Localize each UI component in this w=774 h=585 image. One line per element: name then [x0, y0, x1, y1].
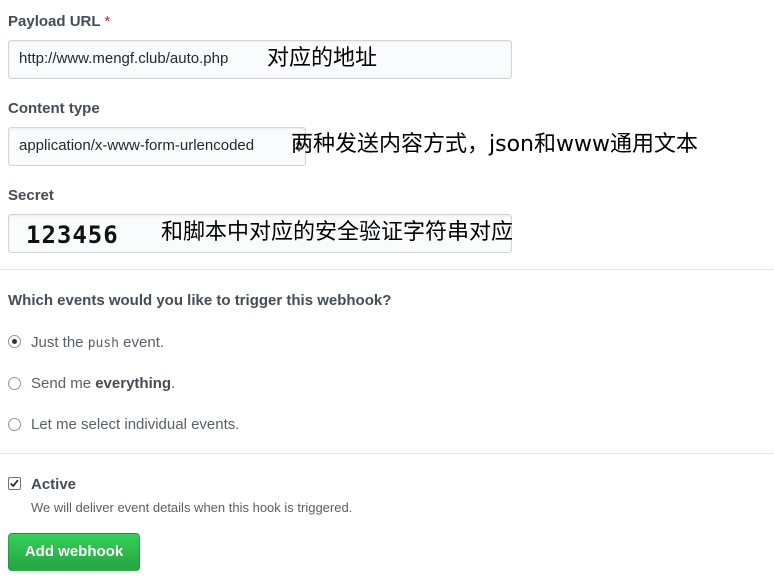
option-push-post: event. — [119, 334, 165, 351]
active-note: We will deliver event details when this … — [31, 500, 353, 515]
option-everything-post: . — [171, 375, 176, 392]
radio-push-event[interactable] — [8, 335, 21, 348]
events-question: Which events would you like to trigger t… — [8, 292, 392, 309]
content-type-label: Content type — [8, 100, 100, 117]
everything-strong: everything — [95, 375, 172, 392]
content-type-annotation: 两种发送内容方式，json和www通用文本 — [291, 132, 698, 157]
option-everything[interactable]: Send me everything. — [31, 375, 175, 392]
push-code: push — [87, 336, 120, 351]
option-push-event[interactable]: Just the push event. — [31, 334, 164, 351]
content-type-selected: application/x-www-form-urlencoded — [19, 137, 255, 154]
check-icon — [10, 479, 19, 488]
option-select-individual[interactable]: Let me select individual events. — [31, 416, 239, 433]
secret-value: 123456 — [26, 221, 119, 249]
radio-everything[interactable] — [8, 377, 21, 390]
payload-url-value: http://www.mengf.club/auto.php — [19, 50, 229, 67]
section-divider-bottom — [0, 453, 774, 454]
active-label: Active — [31, 476, 77, 493]
active-checkbox[interactable] — [8, 477, 21, 490]
payload-url-label-text: Payload URL — [8, 13, 101, 30]
payload-url-annotation: 对应的地址 — [267, 46, 378, 71]
option-push-pre: Just the — [31, 334, 88, 351]
content-type-select[interactable]: application/x-www-form-urlencoded — [8, 127, 306, 166]
option-everything-pre: Send me — [31, 375, 96, 392]
secret-label: Secret — [8, 187, 54, 204]
section-divider-top — [0, 269, 774, 270]
payload-url-input[interactable]: http://www.mengf.club/auto.php — [8, 40, 512, 79]
required-mark: * — [104, 13, 111, 30]
secret-annotation: 和脚本中对应的安全验证字符串对应 — [161, 220, 514, 245]
radio-select-individual[interactable] — [8, 418, 21, 431]
payload-url-label: Payload URL * — [8, 13, 110, 30]
add-webhook-button[interactable]: Add webhook — [8, 533, 140, 571]
